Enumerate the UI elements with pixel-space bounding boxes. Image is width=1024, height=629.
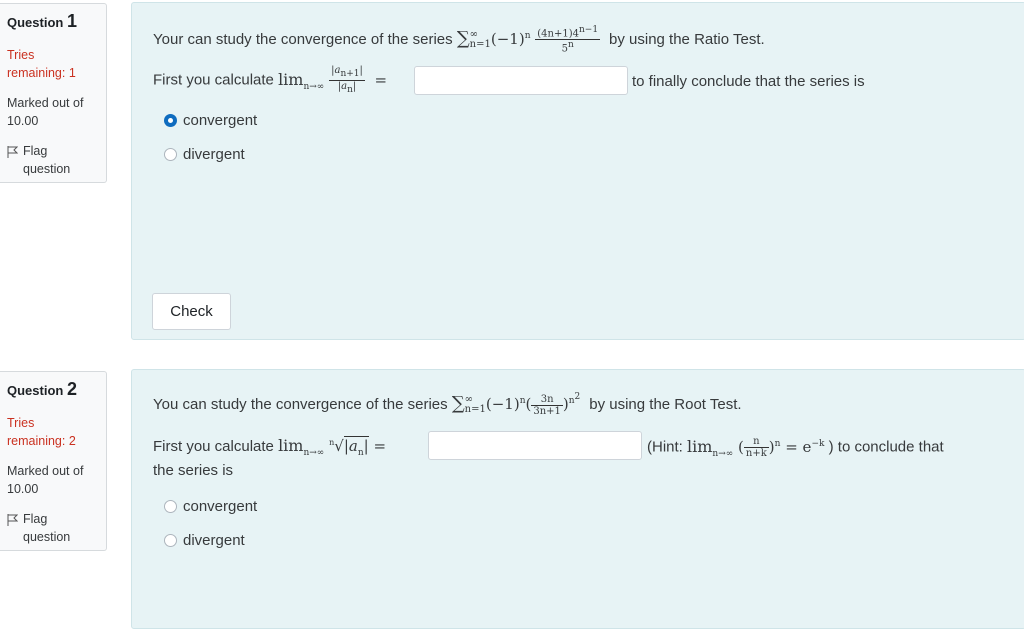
question-1-text: Your can study the convergence of the se… [153, 25, 765, 55]
marked-out-of: Marked out of 10.00 [7, 96, 84, 128]
option-divergent[interactable]: divergent [164, 146, 245, 163]
tries-remaining: Tries remaining: 2 [7, 416, 76, 448]
flag-question-link[interactable]: Flag question [7, 510, 100, 546]
radio-icon[interactable] [164, 500, 177, 513]
marked-out-of: Marked out of 10.00 [7, 464, 84, 496]
question-1-info: Question 1 Tries remaining: 1 Marked out … [0, 3, 107, 183]
limit-answer-input[interactable] [414, 66, 628, 95]
radio-selected-icon[interactable] [164, 114, 177, 127]
radio-icon[interactable] [164, 534, 177, 547]
question-2-number: Question 2 [7, 379, 77, 399]
tries-remaining: Tries remaining: 1 [7, 48, 76, 80]
question-1-number: Question 1 [7, 11, 77, 31]
question-2-info: Question 2 Tries remaining: 2 Marked out … [0, 371, 107, 551]
question-1-calc-line: First you calculate limn→∞ |an+1| |an| = [153, 65, 388, 95]
check-button[interactable]: Check [152, 293, 231, 330]
root-answer-input[interactable] [428, 431, 642, 460]
flag-question-link[interactable]: Flag question [7, 142, 100, 178]
series-expression: ∑∞ n=1(−1)n (4n+1)4n−1 5n [456, 25, 601, 55]
question-2-hint: (Hint: limn→∞ (n n+k)n = e−k ) to conclud… [647, 436, 944, 459]
option-convergent[interactable]: convergent [164, 112, 257, 129]
question-2-content: You can study the convergence of the ser… [131, 369, 1024, 629]
question-2-calc-line: First you calculate limn→∞ n√|an| = [153, 436, 387, 458]
flag-icon [7, 514, 18, 526]
question-2-text: You can study the convergence of the ser… [153, 392, 742, 417]
option-convergent[interactable]: convergent [164, 498, 257, 515]
radio-icon[interactable] [164, 148, 177, 161]
question-1-content: Your can study the convergence of the se… [131, 2, 1024, 340]
question-1-conclude-text: to finally conclude that the series is [632, 73, 865, 90]
option-divergent[interactable]: divergent [164, 532, 245, 549]
question-2-line3: the series is [153, 462, 234, 479]
flag-icon [7, 146, 18, 158]
series-expression: ∑∞ n=1(−1)n(3n 3n+1)n2 [451, 392, 581, 417]
